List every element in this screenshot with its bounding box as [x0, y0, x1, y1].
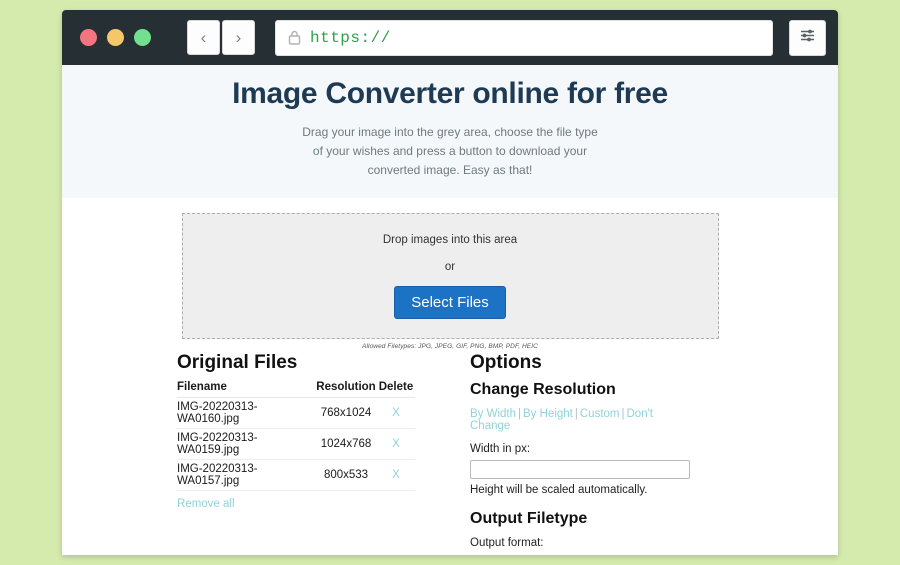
delete-file-button[interactable]: X — [377, 459, 415, 491]
browser-toolbar: ‹ › https:// — [62, 10, 838, 65]
navigation-buttons: ‹ › — [187, 20, 255, 55]
back-button[interactable]: ‹ — [187, 20, 220, 55]
resolution-mode-custom[interactable]: Custom — [580, 408, 620, 420]
output-filetype-heading: Output Filetype — [470, 509, 588, 527]
resolution-mode-by-width[interactable]: By Width — [470, 408, 516, 420]
options-heading: Options — [470, 352, 542, 373]
delete-x-icon[interactable]: X — [392, 407, 400, 419]
cell-filename: IMG-20220313-WA0159.jpg — [177, 428, 315, 460]
close-window-button[interactable] — [80, 29, 97, 46]
url-text[interactable]: https:// — [310, 29, 391, 47]
page-content: Image Converter online for free Drag you… — [62, 65, 838, 555]
chevron-left-icon: ‹ — [200, 27, 207, 47]
change-resolution-heading: Change Resolution — [470, 381, 616, 398]
cell-filename: IMG-20220313-WA0157.jpg — [177, 459, 315, 491]
hero-section: Image Converter online for free Drag you… — [62, 65, 838, 198]
output-format-label: Output format: — [470, 536, 544, 549]
separator: | — [621, 408, 625, 420]
column-header-filename: Filename — [177, 381, 315, 398]
lock-icon — [288, 30, 301, 45]
allowed-filetypes-note: Allowed Filetypes: JPG, JPEG, GIF, PNG, … — [362, 343, 538, 350]
main-columns: Original Files Filename Resolution Delet… — [62, 350, 838, 555]
separator: | — [518, 408, 522, 420]
window-controls — [80, 29, 151, 46]
width-label: Width in px: — [470, 443, 531, 455]
table-row: IMG-20220313-WA0159.jpg 1024x768 X — [177, 428, 415, 460]
cell-resolution: 1024x768 — [315, 428, 377, 460]
dropzone-section: Drop images into this area or Select Fil… — [62, 198, 838, 350]
file-dropzone[interactable]: Drop images into this area or Select Fil… — [181, 213, 719, 339]
delete-x-icon[interactable]: X — [392, 469, 400, 481]
original-files-heading: Original Files — [177, 352, 298, 373]
cell-filename: IMG-20220313-WA0160.jpg — [177, 397, 315, 429]
table-header-row: Filename Resolution Delete — [177, 381, 415, 398]
address-bar[interactable]: https:// — [275, 19, 773, 56]
options-panel: Options Change Resolution By Width | By He… — [470, 352, 695, 555]
delete-file-button[interactable]: X — [377, 428, 415, 460]
separator: | — [574, 408, 578, 420]
chevron-right-icon: › — [235, 27, 242, 47]
original-files-table: Filename Resolution Delete IMG-20220313-… — [177, 381, 415, 491]
cell-resolution: 800x533 — [315, 459, 377, 491]
browser-menu-button[interactable] — [789, 19, 826, 56]
table-row: IMG-20220313-WA0157.jpg 800x533 X — [177, 459, 415, 491]
page-title: Image Converter online for free — [232, 77, 668, 110]
remove-all-link[interactable]: Remove all — [177, 498, 235, 510]
delete-x-icon[interactable]: X — [392, 438, 400, 450]
dropzone-or-label: or — [444, 261, 456, 273]
sliders-icon — [799, 27, 816, 49]
dropzone-label: Drop images into this area — [382, 234, 518, 246]
width-input[interactable] — [470, 459, 690, 479]
height-scaling-note: Height will be scaled automatically. — [470, 483, 648, 496]
table-row: IMG-20220313-WA0160.jpg 768x1024 X — [177, 397, 415, 429]
resolution-mode-by-height[interactable]: By Height — [523, 408, 573, 420]
column-header-delete: Delete — [377, 381, 415, 398]
select-files-button[interactable]: Select Files — [394, 286, 506, 319]
browser-window: ‹ › https:// Image Converter online for … — [62, 10, 838, 555]
resolution-mode-links: By Width | By Height | Custom | Don't Change — [470, 408, 695, 432]
maximize-window-button[interactable] — [134, 29, 151, 46]
page-subtitle: Drag your image into the grey area, choo… — [302, 125, 598, 177]
delete-file-button[interactable]: X — [377, 397, 415, 429]
forward-button[interactable]: › — [222, 20, 255, 55]
column-header-resolution: Resolution — [315, 381, 377, 398]
minimize-window-button[interactable] — [107, 29, 124, 46]
original-files-panel: Original Files Filename Resolution Delet… — [177, 352, 445, 555]
cell-resolution: 768x1024 — [315, 397, 377, 429]
output-format-select[interactable]: JPG (JPEG) — [470, 554, 631, 555]
